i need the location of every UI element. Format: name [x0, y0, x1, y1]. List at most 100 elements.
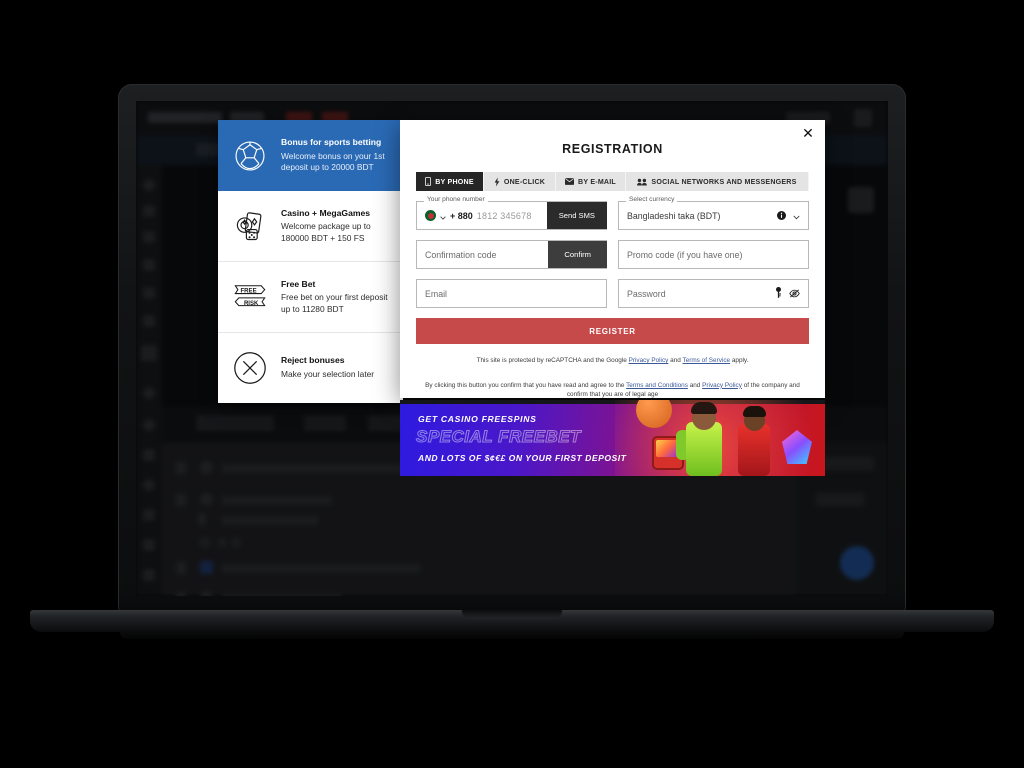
ticket-bottom-label: RISK — [244, 301, 259, 307]
bonus-option-text: Casino + MegaGames Welcome package up to… — [281, 208, 392, 245]
confirmation-field-wrapper: Confirmation code Confirm — [416, 240, 607, 269]
bonus-option-title: Free Bet — [281, 278, 316, 289]
password-input[interactable]: Password — [619, 289, 775, 299]
terms-privacy-policy-link[interactable]: Privacy Policy — [702, 382, 742, 389]
send-sms-button[interactable]: Send SMS — [546, 202, 607, 229]
key-icon[interactable] — [775, 285, 782, 303]
currency-value: Bangladeshi taka (BDT) — [627, 210, 721, 221]
password-field[interactable]: Password — [618, 279, 809, 308]
bonus-option-sports-betting[interactable]: Bonus for sports betting Welcome bonus o… — [218, 120, 403, 191]
confirmation-code-field[interactable]: Confirmation code Confirm — [416, 240, 607, 269]
registration-form: Your phone number + 880 1812 345678 Send… — [416, 196, 809, 308]
chevron-down-icon[interactable] — [793, 207, 800, 225]
tab-one-click[interactable]: ONE-CLICK — [484, 172, 556, 191]
recaptcha-text-middle: and — [668, 357, 683, 364]
retro-tv-screen — [656, 440, 678, 457]
email-input[interactable]: Email — [417, 289, 606, 299]
bonus-option-casino-megagames[interactable]: Casino + MegaGames Welcome package up to… — [218, 191, 403, 262]
social-group-icon — [637, 178, 648, 186]
terms-text-middle: and — [687, 381, 703, 389]
bonus-option-title: Casino + MegaGames — [281, 207, 371, 218]
register-button[interactable]: REGISTER — [416, 318, 809, 344]
registration-method-tabs: BY PHONE ONE-CLICK BY E-MAIL SOCIAL NETW… — [416, 172, 809, 191]
character-2-body — [738, 424, 770, 476]
bonus-option-description: Free bet on your first deposit up to 112… — [281, 292, 388, 314]
phone-field-wrapper: Your phone number + 880 1812 345678 Send… — [416, 196, 607, 230]
form-row-1: Your phone number + 880 1812 345678 Send… — [416, 196, 809, 230]
laptop-foot — [120, 632, 904, 639]
soccer-ball-icon — [228, 134, 272, 178]
envelope-icon — [565, 178, 575, 185]
terms-notice: By clicking this button you confirm that… — [422, 381, 803, 398]
close-icon[interactable]: ✕ — [800, 125, 816, 141]
phone-number-field[interactable]: Your phone number + 880 1812 345678 Send… — [416, 196, 607, 230]
screenshot-root: Bonus for sports betting Welcome bonus o… — [0, 0, 1024, 768]
phone-input-area[interactable]: + 880 1812 345678 — [417, 207, 547, 225]
terms-text-before: By clicking this button you confirm that… — [425, 381, 627, 389]
character-1-body — [686, 422, 722, 476]
currency-field-wrapper: Select currency Bangladeshi taka (BDT) — [618, 196, 809, 230]
registration-modal: ✕ REGISTRATION BY PHONE ONE-CLICK BY E-M… — [400, 120, 825, 398]
recaptcha-terms-of-service-link[interactable]: Terms of Service — [682, 357, 730, 364]
confirm-button[interactable]: Confirm — [548, 241, 607, 268]
phone-field-legend: Your phone number — [424, 196, 488, 204]
laptop-screen: Bonus for sports betting Welcome bonus o… — [136, 101, 888, 596]
eye-off-icon[interactable] — [789, 285, 800, 303]
tab-social-networks[interactable]: SOCIAL NETWORKS AND MESSENGERS — [626, 172, 809, 191]
recaptcha-notice: This site is protected by reCAPTCHA and … — [422, 356, 803, 366]
promo-line-1: GET CASINO FREESPINS — [418, 414, 537, 424]
tab-label: SOCIAL NETWORKS AND MESSENGERS — [651, 177, 797, 186]
tab-label: ONE-CLICK — [503, 177, 546, 186]
promo-code-field[interactable]: Promo code (if you have one) — [618, 240, 809, 269]
info-icon[interactable] — [777, 207, 786, 225]
bonus-option-reject[interactable]: Reject bonuses Make your selection later — [218, 333, 403, 403]
form-row-3: Email Password — [416, 279, 809, 308]
password-field-wrapper: Password — [618, 279, 809, 308]
casino-cards-chip-icon — [228, 204, 272, 248]
bonus-option-text: Free Bet Free bet on your first deposit … — [281, 279, 392, 316]
chevron-down-icon[interactable] — [440, 207, 446, 225]
email-field-wrapper: Email — [416, 279, 607, 308]
recaptcha-text-before: This site is protected by reCAPTCHA and … — [476, 357, 629, 364]
email-field[interactable]: Email — [416, 279, 607, 308]
country-code: + 880 — [450, 210, 473, 221]
promo-field-wrapper: Promo code (if you have one) — [618, 240, 809, 269]
laptop-notch — [462, 610, 562, 619]
bonus-option-text: Bonus for sports betting Welcome bonus o… — [281, 137, 392, 174]
promo-line-3: AND LOTS OF $¢€£ ON YOUR FIRST DEPOSIT — [418, 453, 627, 463]
currency-select[interactable]: Select currency Bangladeshi taka (BDT) — [618, 196, 809, 230]
recaptcha-privacy-policy-link[interactable]: Privacy Policy — [629, 357, 669, 364]
currency-field-legend: Select currency — [626, 196, 678, 204]
promo-banner[interactable]: GET CASINO FREESPINS SPECIAL FREEBET AND… — [400, 400, 825, 476]
free-risk-ticket-icon: FREE RISK — [228, 275, 272, 319]
confirmation-code-input[interactable]: Confirmation code — [417, 250, 548, 260]
character-2-hair — [743, 406, 766, 417]
bonus-option-description: Make your selection later — [281, 369, 375, 379]
tab-by-phone[interactable]: BY PHONE — [416, 172, 484, 191]
phone-input[interactable]: 1812 345678 — [477, 211, 532, 221]
bonus-selection-panel: Bonus for sports betting Welcome bonus o… — [218, 120, 403, 403]
bangladesh-flag-icon — [425, 210, 436, 221]
mobile-phone-icon — [425, 177, 432, 186]
tab-label: BY E-MAIL — [578, 177, 616, 186]
bonus-option-description: Welcome package up to 180000 BDT + 150 F… — [281, 221, 371, 243]
tab-by-email[interactable]: BY E-MAIL — [556, 172, 626, 191]
currency-field-icons — [777, 207, 808, 225]
ticket-top-label: FREE — [241, 289, 257, 295]
promo-line-2: SPECIAL FREEBET — [416, 427, 581, 447]
lightning-bolt-icon — [494, 177, 500, 187]
promo-code-input[interactable]: Promo code (if you have one) — [619, 250, 808, 260]
reject-cross-circle-icon — [228, 346, 272, 390]
page-title: REGISTRATION — [562, 142, 663, 156]
character-1-hair — [691, 402, 717, 414]
bonus-option-title: Reject bonuses — [281, 355, 345, 366]
tab-label: BY PHONE — [435, 177, 474, 186]
password-field-icons — [775, 285, 808, 303]
recaptcha-text-after: apply. — [730, 357, 749, 364]
bonus-option-title: Bonus for sports betting — [281, 137, 382, 148]
bonus-option-description: Welcome bonus on your 1st deposit up to … — [281, 150, 385, 173]
form-row-2: Confirmation code Confirm Promo code (if… — [416, 240, 809, 269]
terms-and-conditions-link[interactable]: Terms and Conditions — [626, 382, 688, 389]
bonus-option-text: Reject bonuses Make your selection later — [281, 355, 374, 380]
bonus-option-free-bet[interactable]: FREE RISK Free Bet Free bet on your firs… — [218, 262, 403, 333]
